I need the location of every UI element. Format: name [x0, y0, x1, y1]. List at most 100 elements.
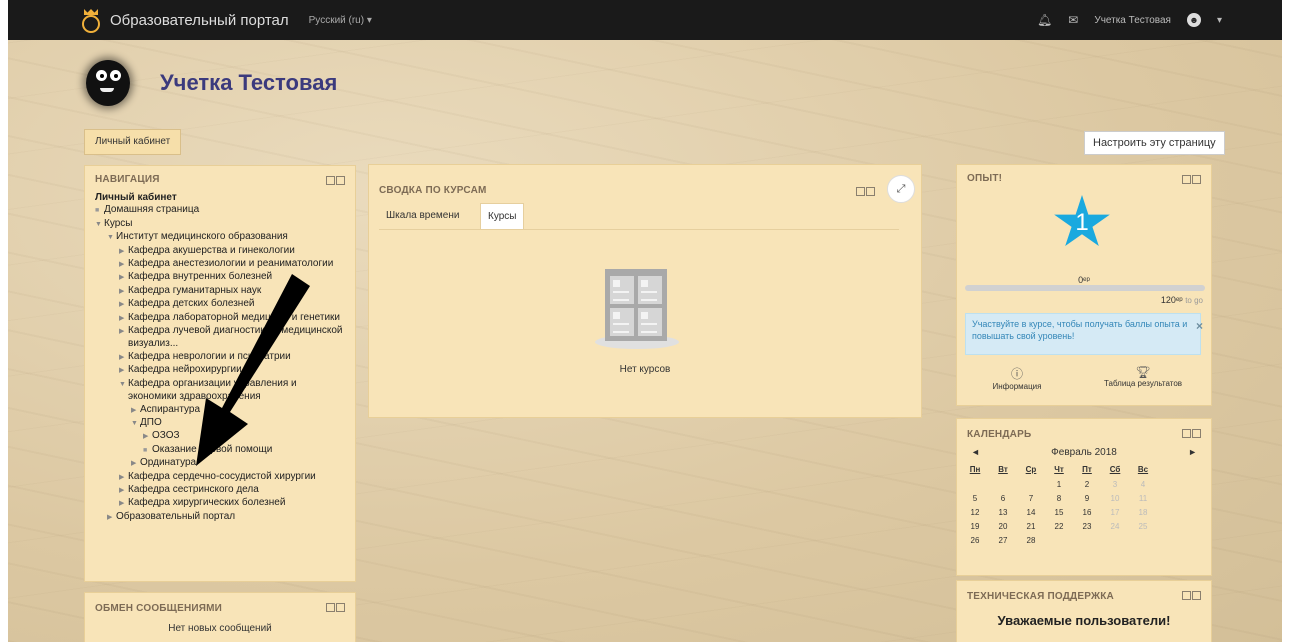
customise-page-button[interactable]: Настроить эту страницу [1084, 131, 1225, 155]
nav-tree-item[interactable]: ▶ Кафедра хирургических болезней [95, 497, 350, 510]
support-heading: Уважаемые пользователи! [997, 613, 1171, 628]
nav-tree-item[interactable]: ▶ Образовательный портал [95, 511, 350, 524]
collapsed-icon: ▶ [119, 261, 125, 269]
support-block: ТЕХНИЧЕСКАЯ ПОДДЕРЖКА Уважаемые пользова… [956, 580, 1212, 642]
calendar-day[interactable]: 4 [1129, 477, 1157, 491]
calendar-weekday: Сб [1109, 464, 1121, 474]
xp-ladder-link[interactable]: 🏆︎ Таблица результатов [1093, 365, 1193, 388]
navigation-block-title: НАВИГАЦИЯ [95, 174, 160, 185]
block-controls-icon[interactable] [326, 603, 345, 612]
nav-tree-item[interactable]: ■ Домашняя страница [95, 204, 350, 217]
calendar-day[interactable]: 19 [961, 519, 989, 533]
calendar-grid: Пн Вт Ср Чт Пт Сб Вс 1 2 3 4 5 6 7 8 9 10 11 12 13 14 15 16 17 1… [961, 461, 1157, 547]
block-controls-icon[interactable] [1182, 429, 1201, 438]
expand-icon[interactable]: ⤢ [887, 175, 915, 203]
collapsed-icon: ▶ [119, 473, 125, 481]
site-name-link[interactable]: Образовательный портал [110, 12, 289, 29]
calendar-day[interactable]: 5 [961, 491, 989, 505]
xp-next-level: 120ᵉᵖ to go [1161, 295, 1203, 305]
collapsed-icon: ▶ [131, 460, 137, 468]
user-menu-caret-icon[interactable]: ▾ [1217, 15, 1222, 26]
calendar-day[interactable]: 18 [1129, 505, 1157, 519]
calendar-day[interactable]: 12 [961, 505, 989, 519]
block-controls-icon[interactable] [1182, 591, 1201, 600]
calendar-day[interactable]: 1 [1045, 477, 1073, 491]
collapsed-icon: ▶ [131, 406, 137, 414]
block-controls-icon[interactable] [326, 176, 345, 185]
nav-tree-item-label: Домашняя страница [104, 204, 200, 216]
calendar-block-title: КАЛЕНДАРЬ [967, 429, 1032, 440]
nav-tree-item[interactable]: ▶ Кафедра сердечно-сосудистой хирургии [95, 471, 350, 484]
nav-tree-item-label: ДПО [140, 416, 162, 428]
breadcrumb-dashboard[interactable]: Личный кабинет [84, 129, 182, 155]
bullet-icon: ■ [143, 446, 148, 454]
xp-info-link[interactable]: ⓘ Информация [977, 365, 1057, 391]
calendar-day[interactable]: 22 [1045, 519, 1073, 533]
calendar-weekday: Пт [1082, 464, 1092, 474]
calendar-day[interactable]: 20 [989, 519, 1017, 533]
nav-tree-item[interactable]: ▼ Курсы [95, 218, 350, 231]
nav-tree-item-label: Курсы [104, 217, 133, 229]
calendar-day[interactable]: 21 [1017, 519, 1045, 533]
collapsed-icon: ▶ [119, 486, 125, 494]
calendar-day[interactable]: 17 [1101, 505, 1129, 519]
calendar-day[interactable]: 7 [1017, 491, 1045, 505]
nav-tree-item[interactable]: ▶ Кафедра акушерства и гинекологии [95, 245, 350, 258]
calendar-day[interactable]: 3 [1101, 477, 1129, 491]
calendar-day[interactable]: 15 [1045, 505, 1073, 519]
calendar-day[interactable]: 16 [1073, 505, 1101, 519]
calendar-day[interactable]: 28 [1017, 533, 1045, 547]
collapsed-icon: ▶ [119, 328, 125, 336]
calendar-month[interactable]: Февраль 2018 [971, 447, 1197, 458]
calendar-day[interactable]: 11 [1129, 491, 1157, 505]
calendar-day[interactable]: 23 [1073, 519, 1101, 533]
messaging-block: ОБМЕН СООБЩЕНИЯМИ Нет новых сообщений [84, 592, 356, 642]
tab-courses[interactable]: Курсы [480, 203, 525, 229]
nav-tree-item[interactable]: ▼ Институт медицинского образования [95, 231, 350, 244]
messaging-block-title: ОБМЕН СООБЩЕНИЯМИ [95, 603, 223, 614]
user-menu-name[interactable]: Учетка Тестовая [1094, 15, 1171, 26]
collapsed-icon: ▶ [119, 287, 125, 295]
xp-ladder-label: Таблица результатов [1103, 379, 1183, 388]
calendar-block: КАЛЕНДАРЬ ◄ Февраль 2018 ► Пн Вт Ср Чт Пт Сб В… [956, 418, 1212, 576]
calendar-day[interactable]: 6 [989, 491, 1017, 505]
notifications-icon[interactable]: 🔔︎ [1037, 13, 1052, 27]
calendar-day[interactable]: 26 [961, 533, 989, 547]
nav-tree-item-label: Кафедра анестезиологии и реаниматологии [128, 258, 334, 270]
calendar-day [1045, 533, 1073, 547]
annotation-arrow-icon [196, 274, 310, 466]
calendar-day[interactable]: 13 [989, 505, 1017, 519]
language-menu[interactable]: Русский (ru) ▾ [309, 15, 372, 26]
calendar-day[interactable]: 14 [1017, 505, 1045, 519]
block-controls-icon[interactable] [856, 187, 875, 196]
user-avatar-icon[interactable]: ☻ [1186, 13, 1201, 27]
nav-tree-item-label: Кафедра сердечно-сосудистой хирургии [128, 470, 316, 482]
expanded-icon: ▼ [95, 220, 102, 228]
overview-tabs: Шкала времени Курсы [379, 203, 899, 230]
nav-tree-item[interactable]: ▶ Кафедра сестринского дела [95, 484, 350, 497]
nav-tree-item-label: Кафедра акушерства и гинекологии [128, 244, 295, 256]
calendar-next-icon[interactable]: ► [1188, 447, 1197, 457]
site-logo-icon[interactable] [80, 9, 102, 33]
calendar-day[interactable]: 10 [1101, 491, 1129, 505]
nav-tree-item-label: Кафедра сестринского дела [128, 483, 259, 495]
no-courses-text: Нет курсов [619, 364, 671, 375]
tab-timeline[interactable]: Шкала времени [379, 203, 466, 228]
nav-tree-item[interactable]: Личный кабинет [95, 192, 350, 204]
collapsed-icon: ▶ [119, 314, 125, 322]
calendar-day [1129, 533, 1157, 547]
collapsed-icon: ▶ [107, 513, 113, 521]
calendar-weekday: Вт [998, 464, 1008, 474]
calendar-day[interactable]: 27 [989, 533, 1017, 547]
messages-icon[interactable]: ✉︎ [1068, 13, 1078, 27]
calendar-day[interactable]: 24 [1101, 519, 1129, 533]
calendar-weekday: Чт [1054, 464, 1064, 474]
calendar-day[interactable]: 25 [1129, 519, 1157, 533]
calendar-day[interactable]: 9 [1073, 491, 1101, 505]
block-controls-icon[interactable] [1182, 175, 1201, 184]
collapsed-icon: ▶ [119, 274, 125, 282]
calendar-day[interactable]: 2 [1073, 477, 1101, 491]
xp-info-alert: Участвуйте в курсе, чтобы получать баллы… [965, 313, 1201, 355]
calendar-day[interactable]: 8 [1045, 491, 1073, 505]
close-icon[interactable]: × [1196, 319, 1203, 333]
